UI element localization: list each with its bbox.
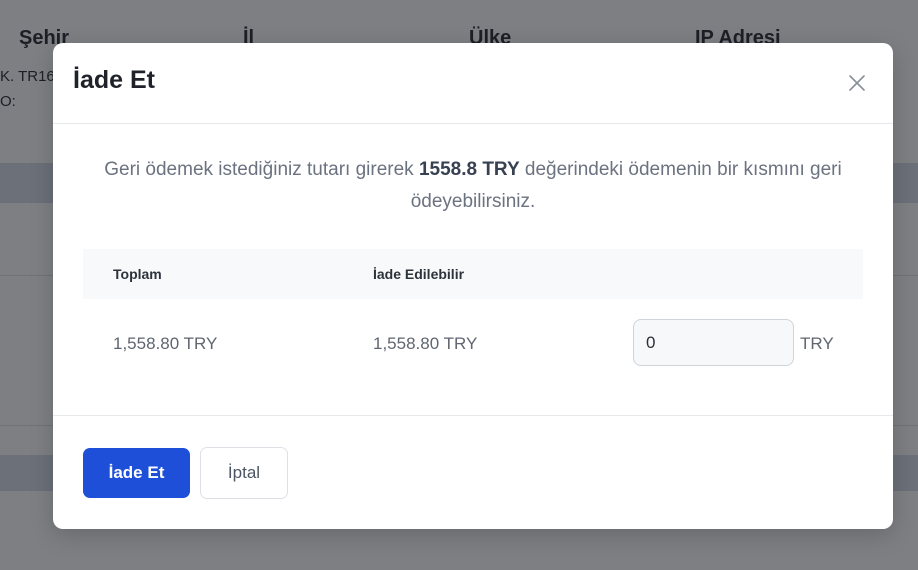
refundable-value: 1,558.80 TRY (373, 334, 478, 353)
refund-description: Geri ödemek istediğiniz tutarı girerek 1… (93, 154, 853, 218)
table-header: Toplam İade Edilebilir (83, 249, 863, 299)
modal-title: İade Et (73, 66, 155, 94)
close-icon (849, 75, 865, 91)
background-cell: O: (0, 93, 16, 110)
refund-modal: İade Et Geri ödemek istediğiniz tutarı g… (53, 43, 893, 529)
table-row: 1,558.80 TRY 1,558.80 TRY TRY (83, 299, 863, 389)
refund-amount-input[interactable] (633, 319, 794, 366)
total-value: 1,558.80 TRY (113, 334, 218, 353)
refund-table: Toplam İade Edilebilir 1,558.80 TRY 1,55… (83, 249, 863, 389)
cancel-button[interactable]: İptal (200, 447, 288, 499)
modal-header: İade Et (53, 43, 893, 124)
background-cell: K. TR16 (0, 68, 55, 85)
close-button[interactable] (845, 71, 869, 95)
modal-footer: İade Et İptal (53, 416, 893, 528)
refund-button[interactable]: İade Et (83, 448, 190, 498)
currency-label: TRY (800, 334, 834, 353)
payment-amount: 1558.8 TRY (418, 159, 520, 180)
description-text-before: Geri ödemek istediğiniz tutarı girerek (104, 159, 419, 180)
header-total: Toplam (113, 266, 162, 282)
modal-body: Geri ödemek istediğiniz tutarı girerek 1… (53, 124, 893, 416)
header-refundable: İade Edilebilir (373, 266, 465, 282)
